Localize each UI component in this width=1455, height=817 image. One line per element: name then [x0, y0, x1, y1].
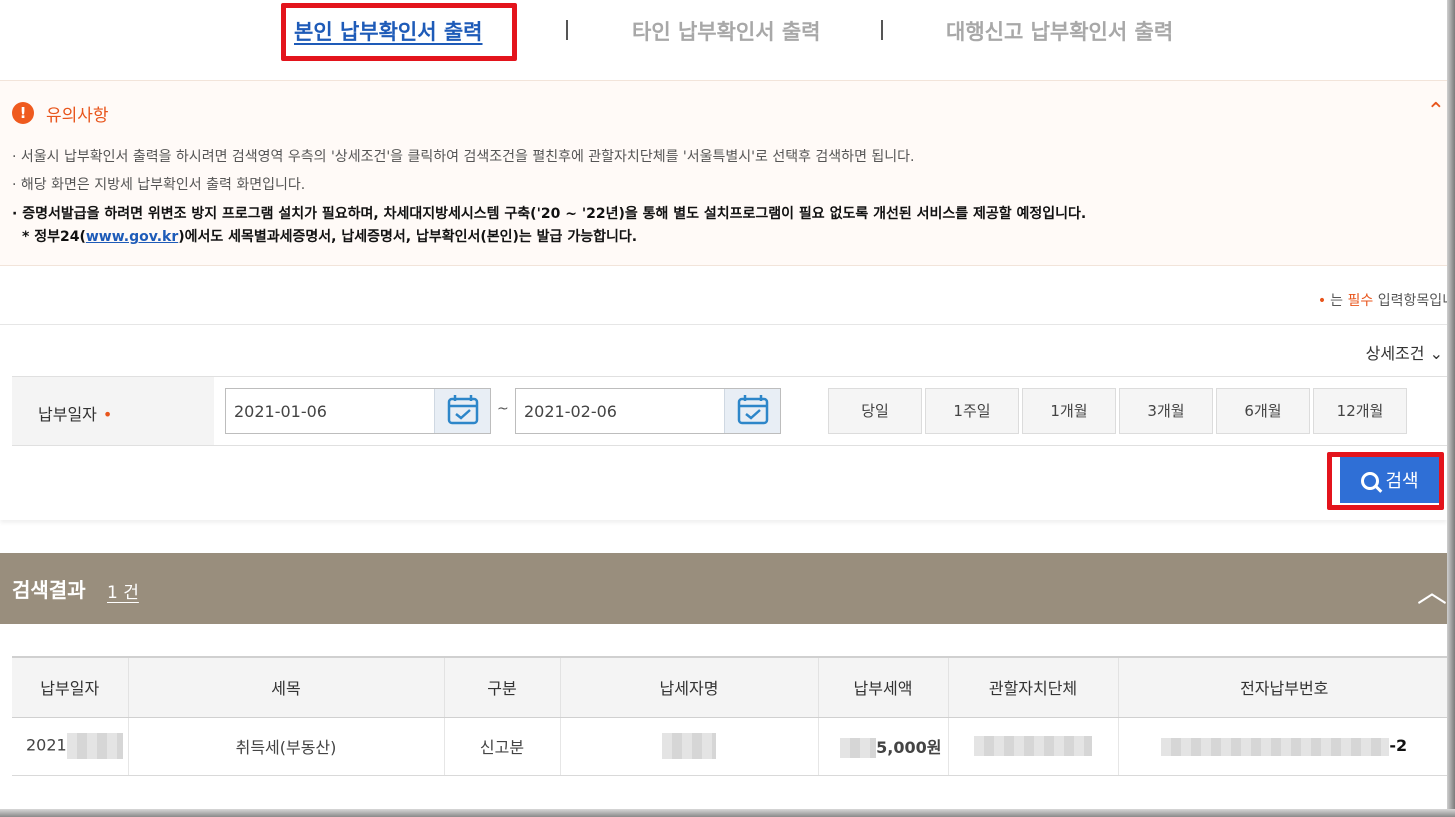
col-payment-number: 전자납부번호	[1118, 656, 1450, 718]
range-separator: ~	[497, 401, 509, 417]
cell-taxpayer	[560, 717, 819, 776]
results-table: 납부일자 세목 구분 납세자명 납부세액 관할자치단체 전자납부번호 2021 …	[12, 656, 1450, 776]
redacted-mask	[974, 736, 1092, 757]
notice-title: 유의사항	[46, 106, 109, 126]
detail-condition-toggle[interactable]: 상세조건 ⌄	[1366, 340, 1443, 364]
cell-payment-number: -2	[1118, 717, 1450, 776]
col-category: 구분	[444, 656, 561, 718]
redacted-mask	[66, 733, 123, 759]
col-pay-date: 납부일자	[12, 656, 129, 718]
period-3month-button[interactable]: 3개월	[1119, 388, 1213, 434]
col-amount: 납부세액	[818, 656, 949, 718]
col-taxpayer: 납세자명	[560, 656, 819, 718]
period-1week-button[interactable]: 1주일	[925, 388, 1019, 434]
cell-category: 신고분	[444, 717, 561, 776]
col-jurisdiction: 관할자치단체	[948, 656, 1119, 718]
required-dot-icon: •	[102, 405, 113, 424]
tab-divider	[881, 20, 883, 40]
required-dot-icon: •	[1317, 293, 1327, 309]
redacted-mask	[1161, 737, 1390, 756]
from-date-input[interactable]: 2021-01-06	[225, 388, 491, 434]
redacted-mask	[662, 733, 716, 759]
cell-pay-date: 2021	[12, 717, 129, 776]
notice-panel: ! 유의사항 ⌃ · 서울시 납부확인서 출력을 하시려면 검색영역 우측의 '…	[0, 80, 1447, 266]
tab-divider	[566, 20, 568, 40]
chevron-up-icon[interactable]: ︿	[1417, 567, 1447, 611]
page: 본인 납부확인서 출력 타인 납부확인서 출력 대행신고 납부확인서 출력 ! …	[0, 0, 1455, 817]
search-panel: 상세조건 ⌄ 납부일자 • 2021-01-06 ~ 2021-02-06 당일 …	[0, 324, 1447, 520]
cell-tax-item: 취득세(부동산)	[128, 717, 445, 776]
calendar-icon[interactable]	[434, 389, 490, 433]
notice-line: · 해당 화면은 지방세 납부확인서 출력 화면입니다.	[12, 177, 306, 193]
tab-other-receipt[interactable]: 타인 납부확인서 출력	[632, 16, 821, 46]
period-12month-button[interactable]: 12개월	[1313, 388, 1407, 434]
gov-link[interactable]: www.gov.kr	[86, 229, 178, 245]
period-today-button[interactable]: 당일	[828, 388, 922, 434]
period-1month-button[interactable]: 1개월	[1022, 388, 1116, 434]
tab-agency-receipt[interactable]: 대행신고 납부확인서 출력	[946, 16, 1173, 46]
results-header: 검색결과 1 건 ︿	[0, 553, 1447, 624]
window-shadow	[0, 809, 1455, 817]
calendar-icon[interactable]	[724, 389, 780, 433]
tab-bar: 본인 납부확인서 출력 타인 납부확인서 출력 대행신고 납부확인서 출력	[0, 0, 1447, 80]
field-cell: 2021-01-06 ~ 2021-02-06 당일 1주일 1개월 3개월 6…	[214, 376, 1447, 446]
results-count: 1 건	[107, 583, 139, 603]
period-6month-button[interactable]: 6개월	[1216, 388, 1310, 434]
notice-line: · 서울시 납부확인서 출력을 하시려면 검색영역 우측의 '상세조건'을 클릭…	[12, 149, 915, 165]
col-tax-item: 세목	[128, 656, 445, 718]
table-header-row: 납부일자 세목 구분 납세자명 납부세액 관할자치단체 전자납부번호	[12, 656, 1450, 718]
field-label: 납부일자 •	[38, 405, 113, 424]
highlight-box	[1327, 452, 1444, 510]
highlight-box	[281, 3, 517, 61]
to-date-input[interactable]: 2021-02-06	[515, 388, 781, 434]
chevron-down-icon: ⌄	[1429, 344, 1443, 363]
cell-amount: 5,000원	[818, 717, 949, 776]
required-note: • 는 필수 입력항목입니	[1317, 293, 1455, 309]
cell-jurisdiction	[948, 717, 1119, 776]
alert-icon: !	[12, 102, 34, 124]
results-title: 검색결과	[12, 578, 86, 602]
field-label-cell: 납부일자 •	[12, 376, 214, 446]
window-shadow	[1447, 0, 1455, 817]
notice-gov-line: * 정부24(www.gov.kr)에서도 세목별과세증명서, 납세증명서, 납…	[22, 229, 638, 245]
redacted-mask	[840, 738, 877, 759]
table-row[interactable]: 2021 취득세(부동산) 신고분 5,000원 -2	[12, 717, 1450, 776]
notice-line: · 증명서발급을 하려면 위변조 방지 프로그램 설치가 필요하며, 차세대지방…	[12, 206, 1087, 222]
chevron-up-icon[interactable]: ⌃	[1427, 99, 1445, 124]
